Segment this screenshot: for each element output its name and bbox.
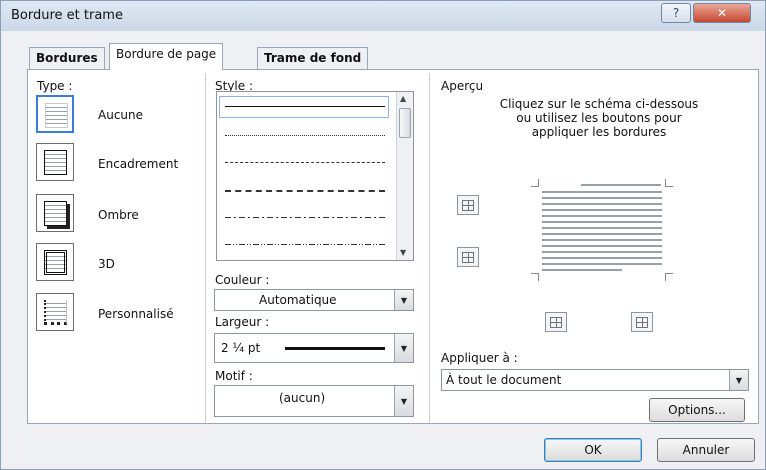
style-option-dash-dot[interactable] [225, 217, 385, 218]
type-option-label[interactable]: Aucune [98, 108, 143, 122]
page-custom-icon [44, 300, 67, 325]
border-right-icon [636, 316, 648, 328]
type-label: Type : [37, 79, 73, 93]
corner-mark [665, 273, 673, 281]
right-border-button[interactable] [631, 312, 653, 332]
apercu-label: Aperçu [441, 79, 484, 93]
couleur-label: Couleur : [215, 273, 270, 287]
border-bottom-icon [462, 251, 474, 263]
chevron-down-icon[interactable]: ▼ [394, 334, 413, 362]
bottom-border-button[interactable] [457, 247, 479, 267]
border-top-icon [462, 199, 474, 211]
couleur-select[interactable]: Automatique ▼ [214, 289, 414, 311]
border-left-icon [550, 316, 562, 328]
type-none-button[interactable] [36, 95, 74, 133]
scroll-thumb[interactable] [399, 108, 411, 138]
divider [429, 73, 430, 423]
dialog-window: Bordure et trame ? ✕ Bordures Bordure de… [0, 0, 766, 470]
apercu-instructions: Cliquez sur le schéma ci-dessous ou util… [499, 97, 699, 139]
help-button[interactable]: ? [661, 3, 691, 23]
scroll-up-icon[interactable]: ▲ [400, 94, 406, 103]
type-custom-button[interactable] [36, 293, 74, 331]
appliquer-value: À tout le document [446, 373, 562, 387]
page-none-icon [45, 103, 68, 128]
style-option-dashed[interactable] [225, 190, 385, 192]
preview-top-edge [581, 184, 661, 186]
title-bar: Bordure et trame ? ✕ [1, 1, 765, 31]
close-button[interactable]: ✕ [693, 3, 751, 23]
motif-label: Motif : [215, 369, 253, 383]
corner-mark [665, 179, 673, 187]
annuler-button[interactable]: Annuler [657, 438, 755, 462]
corner-mark [531, 179, 539, 187]
type-3d-button[interactable] [36, 243, 74, 281]
width-preview-line [285, 347, 385, 350]
page-box-icon [44, 150, 67, 175]
chevron-down-icon[interactable]: ▼ [394, 290, 413, 310]
style-option-dash-dot-dot[interactable] [225, 244, 385, 245]
chevron-down-icon[interactable]: ▼ [729, 370, 748, 390]
type-option-label[interactable]: Ombre [98, 208, 139, 222]
ok-button[interactable]: OK [544, 438, 642, 462]
chevron-down-icon[interactable]: ▼ [394, 386, 413, 416]
options-button[interactable]: Options... [649, 398, 745, 422]
motif-value: (aucun) [279, 391, 326, 405]
style-option-selected-box[interactable] [219, 96, 389, 118]
preview-bottom-edge [542, 269, 622, 271]
page-shadow-icon [44, 201, 67, 226]
motif-select[interactable]: (aucun) ▼ [214, 385, 414, 417]
type-box-button[interactable] [36, 143, 74, 181]
top-border-button[interactable] [457, 195, 479, 215]
scroll-down-icon[interactable]: ▼ [400, 248, 406, 257]
style-option-solid[interactable] [225, 106, 385, 107]
style-scrollbar[interactable]: ▲ ▼ [396, 92, 413, 260]
style-option-dotted[interactable] [225, 135, 385, 136]
dialog-title: Bordure et trame [11, 8, 123, 23]
page-3d-icon [44, 250, 67, 275]
divider [205, 73, 206, 423]
largeur-value: 2 ¼ pt [221, 341, 261, 355]
style-option-dashed-small[interactable] [225, 162, 385, 163]
style-list[interactable]: ▲ ▼ [216, 91, 414, 261]
tab-bordure-de-page[interactable]: Bordure de page [109, 43, 224, 70]
left-border-button[interactable] [545, 312, 567, 332]
type-option-label[interactable]: Personnalisé [98, 307, 174, 321]
preview-diagram[interactable] [542, 187, 662, 269]
type-shadow-button[interactable] [36, 194, 74, 232]
largeur-label: Largeur : [215, 315, 270, 329]
corner-mark [531, 273, 539, 281]
couleur-value: Automatique [259, 293, 337, 307]
tab-trame-de-fond[interactable]: Trame de fond [257, 47, 369, 69]
largeur-select[interactable]: 2 ¼ pt ▼ [214, 333, 414, 363]
appliquer-label: Appliquer à : [441, 351, 518, 365]
type-option-label[interactable]: Encadrement [98, 157, 178, 171]
appliquer-select[interactable]: À tout le document ▼ [441, 369, 749, 391]
type-option-label[interactable]: 3D [98, 257, 115, 271]
tab-bordures[interactable]: Bordures [29, 47, 105, 69]
